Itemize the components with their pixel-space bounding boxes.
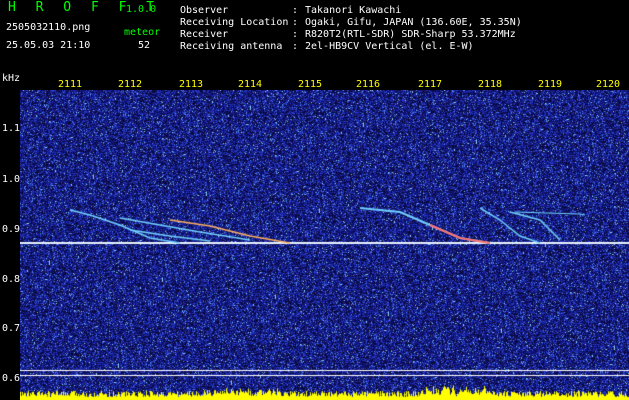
- y-tick-label: 0.6: [2, 373, 21, 384]
- receiver-value: R820T2(RTL-SDR) SDR-Sharp 53.372MHz: [305, 29, 516, 40]
- meteor-label: meteor: [124, 27, 161, 38]
- y-tick-label: 0.8: [2, 274, 21, 285]
- info-separator: :: [292, 17, 299, 28]
- info-separator: :: [292, 5, 299, 16]
- time-tick-label: 2115: [298, 79, 323, 90]
- y-tick-label: 0.7: [2, 323, 21, 334]
- time-tick-label: 2116: [356, 79, 381, 90]
- observer-key: Observer: [180, 5, 229, 16]
- time-tick-label: 2114: [238, 79, 263, 90]
- y-tick-label: 1.0: [2, 174, 21, 185]
- capture-datetime: 25.05.03 21:10: [6, 40, 91, 51]
- antenna-value: 2el-HB9CV Vertical (el. E-W): [305, 41, 474, 52]
- y-tick-label: 0.9: [2, 224, 21, 235]
- file-name: 2505032110.png: [6, 22, 91, 33]
- time-tick-label: 2117: [418, 79, 443, 90]
- time-tick-label: 2112: [118, 79, 143, 90]
- receiver-key: Receiver: [180, 29, 229, 40]
- info-separator: :: [292, 41, 299, 52]
- observer-value: Takanori Kawachi: [305, 5, 402, 16]
- time-tick-label: 2111: [58, 79, 83, 90]
- info-separator: :: [292, 29, 299, 40]
- spectrogram-canvas: [20, 90, 629, 400]
- time-tick-label: 2118: [478, 79, 503, 90]
- y-axis-unit: kHz: [2, 73, 21, 84]
- app-version: 1.0.0: [126, 4, 157, 15]
- time-tick-label: 2113: [179, 79, 204, 90]
- location-key: Receiving Location: [180, 17, 289, 28]
- time-tick-label: 2120: [596, 79, 621, 90]
- header-panel: H R O F F T 1.0.0 2505032110.png meteor …: [0, 0, 629, 70]
- location-value: Ogaki, Gifu, JAPAN (136.60E, 35.35N): [305, 17, 522, 28]
- antenna-key: Receiving antenna: [180, 41, 283, 52]
- y-tick-label: 1.1: [2, 123, 21, 134]
- meteor-count: 52: [138, 40, 151, 51]
- time-tick-label: 2119: [538, 79, 563, 90]
